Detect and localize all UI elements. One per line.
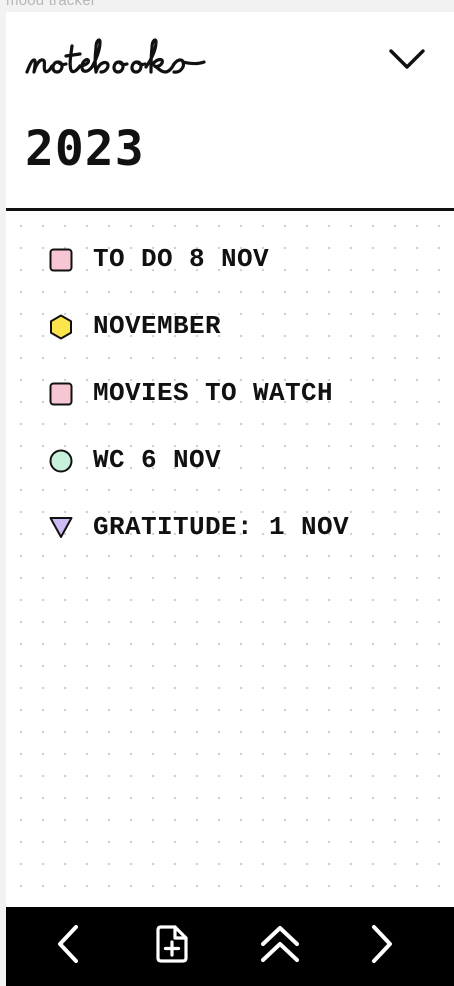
notebook-item-label: MOVIES TO WATCH [93, 378, 334, 408]
notebook-list-area: TO DO 8 NOV NOVEMBER MOVIES TO WATCH WC … [6, 211, 454, 907]
notebook-item-label: WC 6 NOV [93, 445, 222, 475]
notebook-item-to-do-8-nov[interactable]: TO DO 8 NOV [6, 241, 454, 308]
notebook-list: TO DO 8 NOV NOVEMBER MOVIES TO WATCH WC … [6, 241, 454, 576]
double-chevron-up-icon [259, 923, 301, 965]
next-page-button[interactable] [355, 920, 409, 968]
chevron-right-icon [369, 924, 395, 964]
new-page-icon [153, 924, 191, 964]
chevron-left-icon [55, 924, 81, 964]
window-title-caption: mood tracker [6, 0, 96, 9]
notebook-item-label: NOVEMBER [93, 311, 222, 341]
purple-triangle-icon [46, 513, 76, 543]
bottom-navigation-bar [6, 907, 454, 986]
scroll-to-top-button[interactable] [253, 920, 307, 968]
notebook-item-gratitude-1-nov[interactable]: GRATITUDE: 1 NOV [6, 509, 454, 576]
notebook-item-november[interactable]: NOVEMBER [6, 308, 454, 375]
chevron-down-icon [388, 47, 426, 75]
notebooks-logo [24, 32, 234, 88]
previous-page-button[interactable] [41, 920, 95, 968]
header: 2023 [6, 12, 454, 211]
yellow-hexagon-icon [46, 312, 76, 342]
year-heading: 2023 [25, 121, 145, 177]
notebook-dropdown-toggle[interactable] [383, 44, 431, 78]
notebook-item-label: TO DO 8 NOV [93, 244, 270, 274]
notebook-item-wc-6-nov[interactable]: WC 6 NOV [6, 442, 454, 509]
app-window: 2023 TO DO 8 NOV NOVEMBER MOVIES TO WATC… [6, 12, 454, 986]
pink-square-icon [46, 245, 76, 275]
notebook-item-movies-to-watch[interactable]: MOVIES TO WATCH [6, 375, 454, 442]
notebook-item-label: GRATITUDE: 1 NOV [93, 512, 350, 542]
pink-square-icon [46, 379, 76, 409]
green-circle-icon [46, 446, 76, 476]
new-page-button[interactable] [145, 920, 199, 968]
